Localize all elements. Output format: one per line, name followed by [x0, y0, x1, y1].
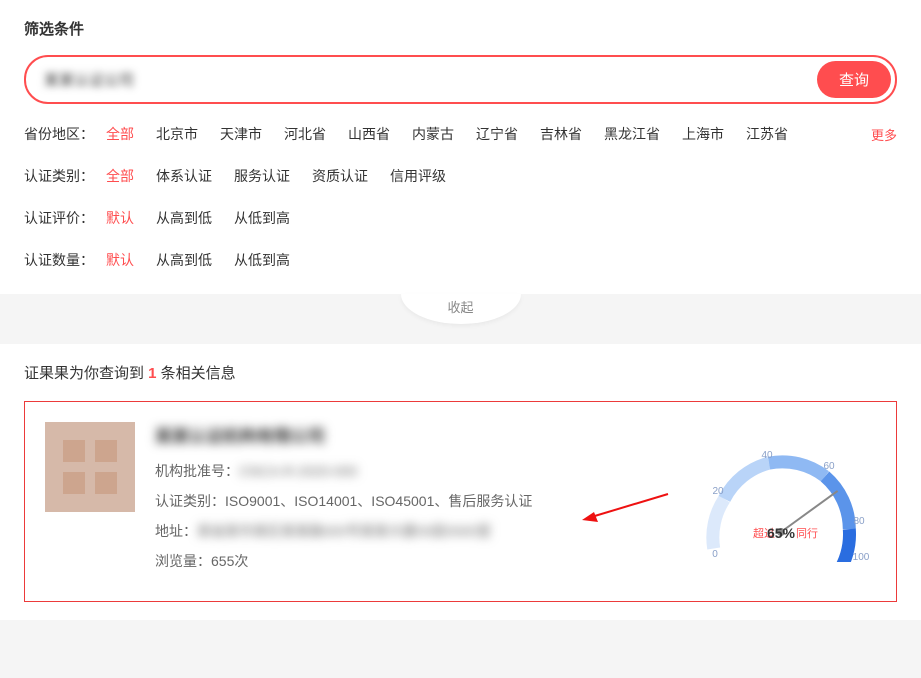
gauge-tick-80: 80 — [853, 516, 865, 527]
region-option[interactable]: 北京市 — [156, 124, 198, 144]
results-panel: 证果果为你查询到 1 条相关信息 某某认证机构有限公司 机构批准号：CNCA-R… — [0, 344, 921, 620]
gauge-svg: 0 20 40 60 80 100 超过 65% 同行 — [691, 442, 871, 562]
result-card[interactable]: 某某认证机构有限公司 机构批准号：CNCA-R-2020-000 认证类别：IS… — [24, 401, 897, 602]
rating-option[interactable]: 从低到高 — [234, 208, 290, 228]
filter-label-region: 省份地区： — [24, 124, 94, 144]
results-suffix: 条相关信息 — [157, 365, 236, 382]
views-label: 浏览量： — [155, 553, 211, 569]
region-option[interactable]: 山西省 — [348, 124, 390, 144]
more-link[interactable]: 更多 — [871, 125, 897, 144]
result-info: 某某认证机构有限公司 机构批准号：CNCA-R-2020-000 认证类别：IS… — [155, 422, 666, 581]
results-title: 证果果为你查询到 1 条相关信息 — [24, 362, 897, 383]
result-thumbnail — [45, 422, 135, 512]
gauge-tick-20: 20 — [712, 486, 724, 497]
result-views: 浏览量：655次 — [155, 551, 666, 571]
gauge-tick-100: 100 — [853, 552, 870, 562]
gauge-tick-0: 0 — [712, 549, 718, 560]
search-bar: 查询 — [24, 55, 897, 104]
results-count: 1 — [148, 365, 156, 382]
region-option-all[interactable]: 全部 — [106, 124, 134, 144]
result-category: 认证类别：ISO9001、ISO14001、ISO45001、售后服务认证 — [155, 491, 666, 511]
result-title: 某某认证机构有限公司 — [155, 422, 325, 447]
region-option[interactable]: 天津市 — [220, 124, 262, 144]
region-option[interactable]: 辽宁省 — [476, 124, 518, 144]
approval-value: CNCA-R-2020-000 — [239, 463, 357, 479]
address-value: 某省某市某区某某路000号某某大厦00层0000室 — [197, 521, 491, 541]
gauge-suffix: 同行 — [796, 527, 818, 540]
region-option[interactable]: 黑龙江省 — [604, 124, 660, 144]
search-button[interactable]: 查询 — [817, 61, 891, 98]
region-option[interactable]: 吉林省 — [540, 124, 582, 144]
count-option[interactable]: 从高到低 — [156, 250, 212, 270]
category-option[interactable]: 资质认证 — [312, 166, 368, 186]
category-label: 认证类别： — [155, 493, 225, 509]
count-option-default[interactable]: 默认 — [106, 250, 134, 270]
rating-option[interactable]: 从高到低 — [156, 208, 212, 228]
result-approval: 机构批准号：CNCA-R-2020-000 — [155, 461, 666, 481]
address-label: 地址： — [155, 523, 197, 539]
filter-title: 筛选条件 — [24, 18, 897, 39]
category-option-all[interactable]: 全部 — [106, 166, 134, 186]
category-value: ISO9001、ISO14001、ISO45001、售后服务认证 — [225, 493, 532, 509]
results-prefix: 证果果为你查询到 — [24, 365, 148, 382]
category-option[interactable]: 服务认证 — [234, 166, 290, 186]
region-option[interactable]: 上海市 — [682, 124, 724, 144]
gauge-percent: 65% — [767, 525, 796, 541]
filter-row-region: 省份地区： 全部 北京市 天津市 河北省 山西省 内蒙古 辽宁省 吉林省 黑龙江… — [24, 124, 897, 144]
category-option[interactable]: 体系认证 — [156, 166, 212, 186]
filter-row-count: 认证数量： 默认 从高到低 从低到高 — [24, 250, 897, 270]
filter-row-rating: 认证评价： 默认 从高到低 从低到高 — [24, 208, 897, 228]
result-address: 地址：某省某市某区某某路000号某某大厦00层0000室 — [155, 521, 666, 541]
views-value: 655次 — [211, 553, 248, 569]
filter-label-category: 认证类别： — [24, 166, 94, 186]
count-option[interactable]: 从低到高 — [234, 250, 290, 270]
category-option[interactable]: 信用评级 — [390, 166, 446, 186]
gauge-tick-40: 40 — [761, 450, 773, 461]
region-option[interactable]: 江苏省 — [746, 124, 788, 144]
filter-label-rating: 认证评价： — [24, 208, 94, 228]
gauge-tick-60: 60 — [823, 461, 835, 472]
approval-label: 机构批准号： — [155, 463, 239, 479]
filter-label-count: 认证数量： — [24, 250, 94, 270]
region-option[interactable]: 内蒙古 — [412, 124, 454, 144]
rating-option-default[interactable]: 默认 — [106, 208, 134, 228]
filter-row-category: 认证类别： 全部 体系认证 服务认证 资质认证 信用评级 — [24, 166, 897, 186]
gauge: 0 20 40 60 80 100 超过 65% 同行 — [686, 422, 876, 581]
region-option[interactable]: 河北省 — [284, 124, 326, 144]
search-input[interactable] — [44, 71, 817, 88]
collapse-toggle[interactable]: 收起 — [401, 294, 521, 324]
filter-panel: 筛选条件 查询 省份地区： 全部 北京市 天津市 河北省 山西省 内蒙古 辽宁省… — [0, 0, 921, 294]
